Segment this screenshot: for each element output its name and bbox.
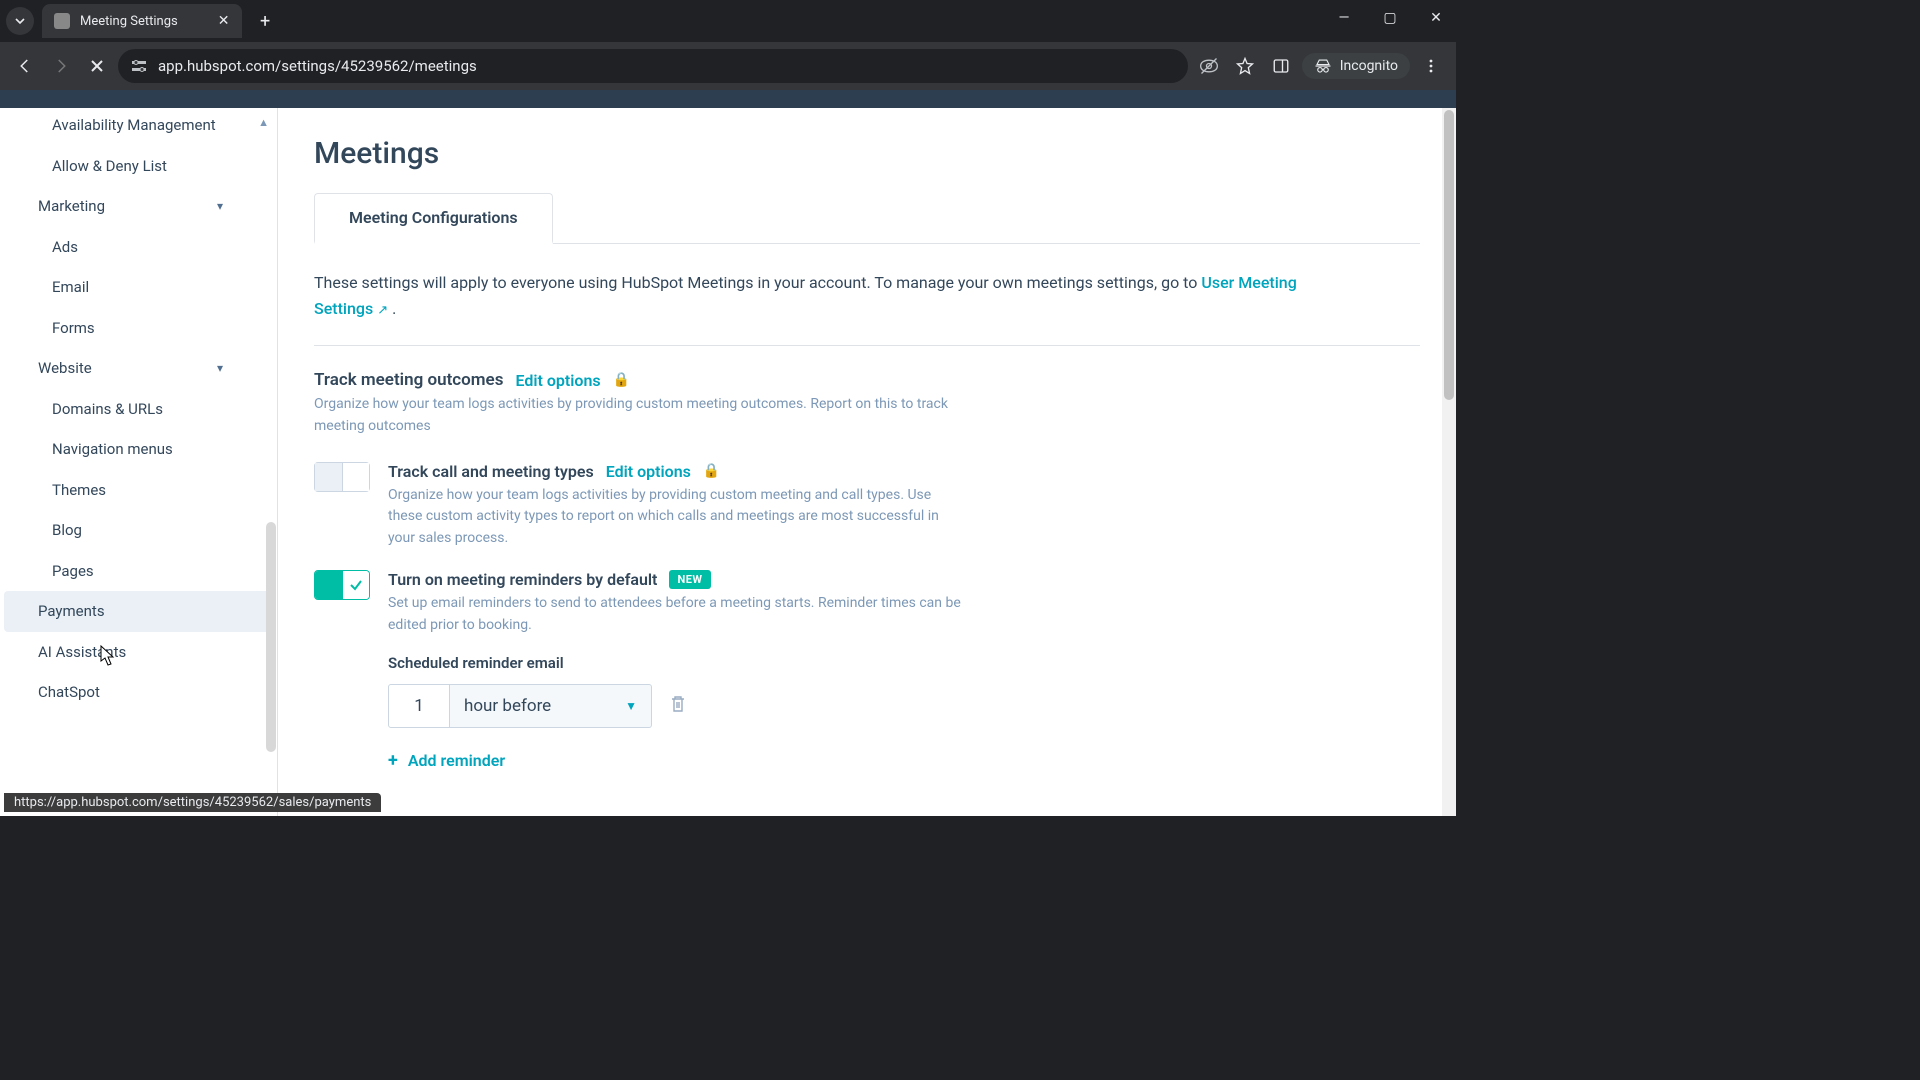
sidebar-scroll-up-icon[interactable]: ▲ — [258, 116, 269, 129]
url-text: app.hubspot.com/settings/45239562/meetin… — [158, 57, 477, 75]
edit-options-types-button[interactable]: Edit options — [606, 462, 691, 481]
intro-text: These settings will apply to everyone us… — [314, 270, 1314, 321]
track-outcomes-title: Track meeting outcomes — [314, 370, 503, 390]
tabs-dropdown-button[interactable] — [6, 7, 34, 35]
chevron-down-icon: ▾ — [217, 197, 253, 215]
sidebar-item-ads[interactable]: Ads — [4, 227, 273, 268]
tab-label: Meeting Configurations — [349, 208, 518, 227]
sidebar-item-forms[interactable]: Forms — [4, 308, 273, 349]
sidebar-item-label: Themes — [52, 481, 106, 499]
external-link-icon: ↗ — [377, 301, 388, 322]
divider — [314, 345, 1420, 346]
sidebar-item-label: Availability Management — [52, 116, 216, 134]
sidebar-item-blog[interactable]: Blog — [4, 510, 273, 551]
tab-close-button[interactable]: ✕ — [218, 13, 230, 29]
sidebar-item-label: Domains & URLs — [52, 400, 163, 418]
sidebar-item-domains-urls[interactable]: Domains & URLs — [4, 389, 273, 430]
main-content: Meetings Meeting Configurations These se… — [278, 108, 1456, 816]
reminder-quantity-input[interactable]: 1 — [388, 684, 450, 728]
lock-icon: 🔒 — [703, 463, 720, 479]
sidebar-group-website[interactable]: Website ▾ — [4, 348, 273, 389]
tab-title: Meeting Settings — [80, 14, 178, 29]
content-tabs: Meeting Configurations — [314, 193, 1420, 244]
reminder-unit-select[interactable]: hour before ▼ — [450, 684, 652, 728]
sidebar-scrollbar-thumb[interactable] — [266, 522, 276, 752]
sidebar-item-payments[interactable]: Payments — [4, 591, 273, 632]
track-outcomes-desc: Organize how your team logs activities b… — [314, 394, 954, 437]
nav-forward-button[interactable] — [46, 51, 76, 81]
browser-tab[interactable]: Meeting Settings ✕ — [42, 4, 242, 38]
sidebar-item-availability-management[interactable]: Availability Management — [4, 112, 273, 146]
sidebar-item-label: Payments — [38, 602, 105, 620]
sidebar-item-pages[interactable]: Pages — [4, 551, 273, 592]
intro-suffix: . — [388, 299, 396, 318]
plus-icon: + — [388, 750, 398, 771]
scheduled-reminder-heading: Scheduled reminder email — [388, 654, 1420, 672]
caret-down-icon: ▼ — [625, 699, 637, 713]
sidebar-item-allow-deny-list[interactable]: Allow & Deny List — [4, 146, 273, 187]
sidebar-item-email[interactable]: Email — [4, 267, 273, 308]
status-bar-url: https://app.hubspot.com/settings/4523956… — [4, 793, 381, 812]
sidebar-item-label: Ads — [52, 238, 78, 256]
incognito-icon — [1314, 57, 1332, 75]
sidebar-item-label: AI Assistants — [38, 643, 126, 661]
delete-reminder-button[interactable] — [670, 695, 686, 718]
sidebar-group-marketing[interactable]: Marketing ▾ — [4, 186, 273, 227]
sidebar-item-label: Blog — [52, 521, 82, 539]
tracking-protection-icon[interactable] — [1194, 51, 1224, 81]
add-reminder-label: Add reminder — [408, 751, 505, 770]
reminders-toggle[interactable] — [314, 570, 370, 600]
address-bar[interactable]: app.hubspot.com/settings/45239562/meetin… — [118, 49, 1188, 83]
bookmark-button[interactable] — [1230, 51, 1260, 81]
new-badge: NEW — [669, 570, 710, 589]
site-settings-icon[interactable] — [130, 57, 148, 75]
page-title: Meetings — [314, 136, 1420, 171]
track-types-title: Track call and meeting types — [388, 462, 594, 481]
sidebar-item-label: Marketing — [38, 195, 105, 218]
reminders-desc: Set up email reminders to send to attend… — [388, 593, 968, 636]
sidebar-item-themes[interactable]: Themes — [4, 470, 273, 511]
incognito-label: Incognito — [1340, 58, 1398, 74]
track-types-toggle[interactable] — [314, 462, 370, 492]
new-tab-button[interactable]: + — [252, 7, 278, 36]
edit-options-outcomes-button[interactable]: Edit options — [515, 371, 600, 390]
incognito-indicator[interactable]: Incognito — [1302, 53, 1410, 79]
chevron-down-icon: ▾ — [217, 359, 253, 377]
app-top-banner — [0, 90, 1456, 108]
lock-icon: 🔒 — [613, 372, 630, 388]
add-reminder-button[interactable]: + Add reminder — [388, 750, 1420, 771]
stop-reload-button[interactable] — [82, 51, 112, 81]
tab-favicon — [54, 13, 70, 29]
sidebar-item-ai-assistants[interactable]: AI Assistants — [4, 632, 273, 673]
sidebar-item-label: Pages — [52, 562, 94, 580]
check-icon — [349, 578, 363, 592]
sidebar-item-label: Website — [38, 357, 92, 380]
window-minimize-button[interactable]: — — [1330, 10, 1358, 26]
track-types-desc: Organize how your team logs activities b… — [388, 485, 968, 550]
sidebar-item-label: Allow & Deny List — [52, 157, 167, 175]
sidebar-item-label: Navigation menus — [52, 440, 173, 458]
tab-meeting-configurations[interactable]: Meeting Configurations — [314, 193, 553, 244]
window-maximize-button[interactable]: ▢ — [1376, 10, 1404, 26]
reminders-title: Turn on meeting reminders by default — [388, 570, 657, 589]
window-close-button[interactable]: ✕ — [1422, 10, 1450, 26]
sidebar-item-label: ChatSpot — [38, 683, 100, 701]
browser-menu-button[interactable] — [1416, 51, 1446, 81]
sidebar-item-navigation-menus[interactable]: Navigation menus — [4, 429, 273, 470]
intro-prefix: These settings will apply to everyone us… — [314, 273, 1201, 292]
main-scrollbar-thumb[interactable] — [1444, 110, 1454, 400]
side-panel-button[interactable] — [1266, 51, 1296, 81]
main-scrollbar[interactable] — [1442, 108, 1456, 816]
settings-sidebar: ▲ Availability Management Allow & Deny L… — [0, 108, 278, 816]
nav-back-button[interactable] — [10, 51, 40, 81]
sidebar-item-chatspot[interactable]: ChatSpot — [4, 672, 273, 713]
sidebar-item-label: Email — [52, 278, 89, 296]
sidebar-item-label: Forms — [52, 319, 95, 337]
